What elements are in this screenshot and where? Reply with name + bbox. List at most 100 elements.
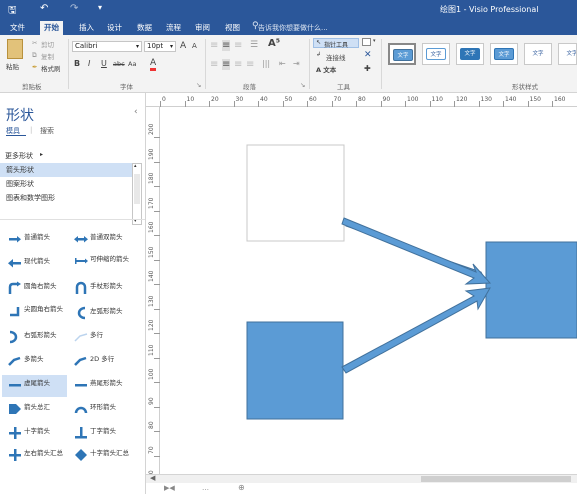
align-middle-icon[interactable]: ≡ bbox=[222, 40, 231, 51]
tab-data[interactable]: 数据 bbox=[133, 21, 156, 35]
connection-point-icon[interactable]: ✚ bbox=[364, 64, 371, 73]
shape-circular-arrow[interactable]: 环形箭头 bbox=[68, 399, 133, 421]
bold-button[interactable]: B bbox=[74, 59, 80, 68]
font-size-select[interactable]: 10pt ▾ bbox=[144, 41, 176, 52]
text-direction-icon[interactable]: ||| bbox=[262, 59, 270, 68]
shape-notched-tail-arrow[interactable]: 虚尾箭头 bbox=[2, 375, 67, 397]
font-family-select[interactable]: Calibri ▾ bbox=[72, 41, 142, 52]
shrink-font-button[interactable]: A bbox=[192, 42, 197, 50]
scrollbar-thumb[interactable] bbox=[421, 476, 571, 482]
shape-style-3[interactable]: 文字 bbox=[456, 43, 484, 65]
shape-2d-multi-line[interactable]: 2D 多行 bbox=[68, 351, 133, 373]
dialog-launcher-icon[interactable]: ↘ bbox=[196, 81, 201, 89]
shape-cane-arrow[interactable]: 手杖形箭头 bbox=[68, 278, 133, 300]
shape-style-4[interactable]: 文字 bbox=[490, 43, 518, 65]
change-case-button[interactable]: Aa bbox=[128, 60, 136, 68]
connector-button[interactable]: 连接线 bbox=[326, 52, 346, 62]
shape-style-2[interactable]: 文字 bbox=[422, 43, 450, 65]
shape-double-arrow[interactable]: 普通双箭头 bbox=[68, 229, 133, 251]
strikethrough-button[interactable]: abc bbox=[113, 60, 125, 68]
font-color-button[interactable]: A bbox=[150, 58, 157, 71]
dialog-launcher-icon[interactable]: ↘ bbox=[300, 81, 305, 89]
blue-rectangle-shape-left[interactable] bbox=[246, 321, 344, 420]
underline-button[interactable]: U bbox=[101, 59, 107, 68]
decrease-indent-icon[interactable]: ⇤ bbox=[279, 59, 286, 68]
shape-style-5[interactable]: 文字 bbox=[524, 43, 552, 65]
tab-design[interactable]: 设计 bbox=[103, 21, 126, 35]
paste-icon[interactable] bbox=[7, 39, 23, 59]
shape-multi-arrow[interactable]: 多箭头 bbox=[2, 351, 67, 373]
stencil-pattern-shapes[interactable]: 图案形状 bbox=[0, 177, 132, 191]
shape-right-arc-arrow[interactable]: 右弧形箭头 bbox=[2, 327, 67, 349]
text-tool-button[interactable]: A 文本 bbox=[316, 64, 336, 74]
undo-icon[interactable]: ↶ bbox=[40, 3, 48, 14]
shape-style-1[interactable]: 文字 bbox=[388, 43, 416, 65]
customize-icon[interactable]: ▾ bbox=[98, 3, 102, 12]
stencil-charts-math[interactable]: 图表和数学图形 bbox=[0, 191, 132, 205]
shape-left-arc-arrow[interactable]: 左弧形箭头 bbox=[68, 303, 133, 325]
scissors-icon[interactable]: ✂ bbox=[32, 39, 37, 47]
more-shapes-button[interactable]: 更多形状 bbox=[5, 151, 33, 161]
scrollbar-thumb[interactable] bbox=[134, 174, 140, 204]
shape-cross-arrow[interactable]: 十字箭头 bbox=[2, 423, 67, 445]
page-nav-icon[interactable]: ▶◀ bbox=[164, 484, 175, 492]
shape-multi-line[interactable]: 多行 bbox=[68, 327, 133, 349]
justify-icon[interactable]: ≡ bbox=[246, 59, 254, 70]
stencil-arrow-shapes[interactable]: 箭头形状 bbox=[0, 163, 132, 177]
shape-style-6[interactable]: 文字 bbox=[558, 43, 577, 65]
tab-insert[interactable]: 插入 bbox=[75, 21, 98, 35]
shape-left-right-summary-arrow[interactable]: 左右箭头汇总 bbox=[2, 445, 67, 467]
pointer-tool-button[interactable]: ↖ 指针工具 bbox=[313, 38, 359, 49]
shape-arrow-collection[interactable]: 箭头总汇 bbox=[2, 399, 67, 421]
connector-icon[interactable]: ↲ bbox=[316, 51, 321, 58]
drawing-canvas[interactable] bbox=[160, 107, 577, 474]
white-rectangle-shape[interactable] bbox=[246, 144, 345, 242]
align-right-icon[interactable]: ≡ bbox=[234, 59, 242, 70]
shape-stretchy-arrow[interactable]: 可伸缩的箭头 bbox=[68, 251, 133, 273]
page-list-icon[interactable]: … bbox=[202, 484, 209, 492]
copy-button[interactable]: 复制 bbox=[41, 51, 54, 61]
shape-sharp-rounded-arrow[interactable]: 尖圆角右箭头 bbox=[2, 301, 67, 323]
save-icon[interactable]: 🖫 bbox=[8, 3, 17, 20]
add-page-icon[interactable]: ⊕ bbox=[238, 483, 245, 492]
text-style-icon[interactable]: A⁵ bbox=[268, 38, 280, 49]
tab-review[interactable]: 审阅 bbox=[191, 21, 214, 35]
chevron-left-icon[interactable]: ‹ bbox=[134, 107, 138, 117]
shape-straight-arrow[interactable]: 普通箭头 bbox=[2, 229, 67, 251]
shape-t-arrow[interactable]: 丁字箭头 bbox=[68, 423, 133, 445]
shape-modern-arrow[interactable]: 现代箭头 bbox=[2, 253, 67, 275]
tab-search[interactable]: 搜索 bbox=[40, 126, 54, 136]
arrow-connector-top-shape[interactable] bbox=[341, 217, 492, 285]
tab-process[interactable]: 流程 bbox=[162, 21, 185, 35]
arrow-connector-bottom-shape[interactable] bbox=[341, 287, 491, 374]
align-top-icon[interactable]: ≡ bbox=[210, 40, 218, 51]
chevron-right-icon[interactable]: ▸ bbox=[40, 151, 43, 158]
stencil-scrollbar[interactable]: ▴ ▾ bbox=[132, 163, 142, 225]
tab-file[interactable]: 文件 bbox=[6, 21, 29, 35]
chevron-down-icon[interactable]: ▾ bbox=[373, 38, 376, 44]
paste-button[interactable]: 粘贴 bbox=[6, 61, 19, 71]
format-painter-button[interactable]: 格式刷 bbox=[41, 63, 61, 73]
cut-button[interactable]: 剪切 bbox=[41, 39, 54, 49]
increase-indent-icon[interactable]: ⇥ bbox=[293, 59, 300, 68]
rectangle-icon[interactable] bbox=[362, 38, 371, 46]
copy-icon[interactable]: ⧉ bbox=[32, 51, 37, 60]
grow-font-button[interactable]: A bbox=[180, 41, 186, 51]
redo-icon[interactable]: ↷ bbox=[70, 3, 78, 14]
format-painter-icon[interactable]: ✒ bbox=[32, 63, 37, 71]
scroll-up-icon[interactable]: ▴ bbox=[134, 163, 137, 169]
horizontal-scrollbar[interactable]: ◀ bbox=[146, 474, 577, 483]
tell-me-box[interactable]: 告诉我你想要做什么... bbox=[258, 23, 328, 33]
tab-view[interactable]: 视图 bbox=[221, 21, 244, 35]
align-bottom-icon[interactable]: ≡ bbox=[234, 40, 242, 51]
align-left-icon[interactable]: ≡ bbox=[210, 59, 218, 70]
italic-button[interactable]: I bbox=[88, 59, 90, 68]
shape-cross-summary-arrow[interactable]: 十字箭头汇总 bbox=[68, 445, 133, 467]
align-center-icon[interactable]: ≡ bbox=[222, 59, 231, 70]
bullets-icon[interactable]: ☰ bbox=[250, 40, 258, 50]
shape-swallowtail-arrow[interactable]: 燕尾形箭头 bbox=[68, 375, 133, 397]
blue-rectangle-shape-right[interactable] bbox=[485, 241, 577, 339]
shape-rounded-right-arrow[interactable]: 圆角右箭头 bbox=[2, 278, 67, 300]
close-icon[interactable]: ✕ bbox=[364, 50, 372, 60]
tab-home[interactable]: 开始 bbox=[40, 21, 63, 35]
